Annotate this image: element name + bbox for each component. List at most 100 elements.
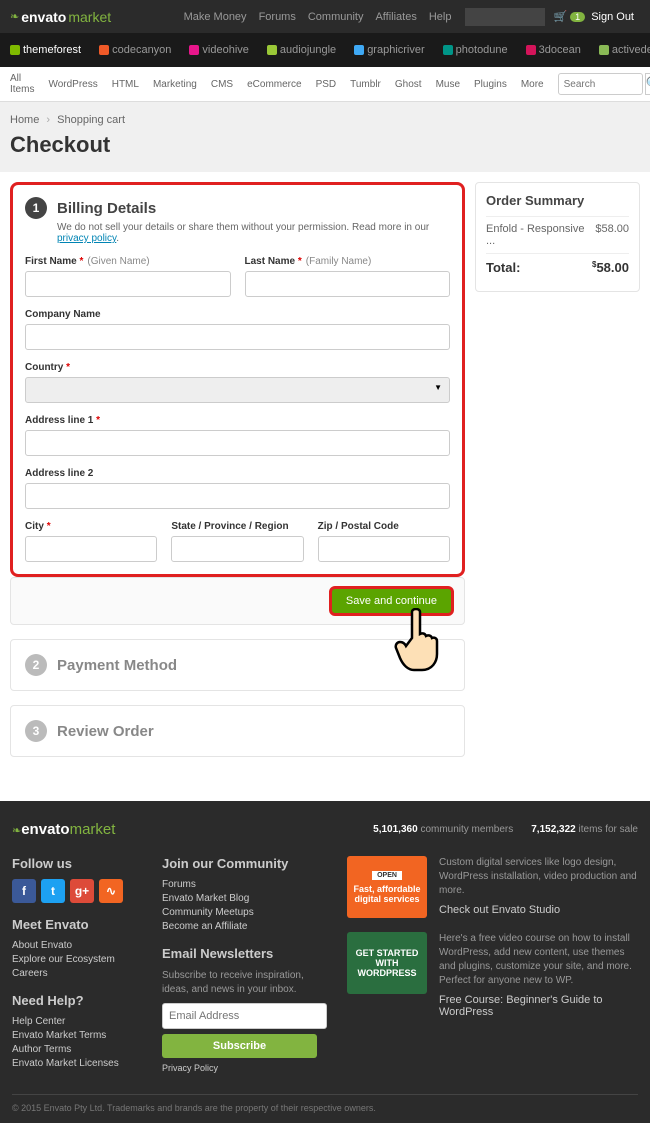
affiliates-link[interactable]: Affiliates <box>375 11 416 23</box>
wordpress-course-link[interactable]: Free Course: Beginner's Guide to WordPre… <box>439 994 603 1018</box>
make-money-link[interactable]: Make Money <box>184 11 247 23</box>
category-search-input[interactable] <box>558 73 643 95</box>
promo1-text: Custom digital services like logo design… <box>439 856 638 898</box>
community-link[interactable]: Community <box>308 11 364 23</box>
privacy-policy-link[interactable]: privacy policy <box>57 233 116 244</box>
address1-input[interactable] <box>25 430 450 456</box>
cat-more[interactable]: More <box>521 79 544 90</box>
footer-privacy-link[interactable]: Privacy Policy <box>162 1063 327 1073</box>
careers-link[interactable]: Careers <box>12 968 142 979</box>
country-select[interactable] <box>25 377 450 403</box>
company-input[interactable] <box>25 324 450 350</box>
search-button[interactable]: 🔍 <box>645 73 650 95</box>
cat-ghost[interactable]: Ghost <box>395 79 422 90</box>
envato-studio-promo-image[interactable]: OPENFast, affordable digital services <box>347 856 427 918</box>
subscribe-button[interactable]: Subscribe <box>162 1034 317 1058</box>
footer: ❧envatomarket 5,101,360 community member… <box>0 801 650 1123</box>
order-summary: Order Summary Enfold - Responsive ... $5… <box>475 182 640 292</box>
cart-icon[interactable]: 🛒1 <box>553 10 585 23</box>
cat-all-items[interactable]: All Items <box>10 73 34 95</box>
cat-ecommerce[interactable]: eCommerce <box>247 79 301 90</box>
company-label: Company Name <box>25 309 450 320</box>
step-2-number: 2 <box>25 654 47 676</box>
nav-photodune[interactable]: photodune <box>443 44 508 56</box>
breadcrumb: Home › Shopping cart <box>0 102 650 126</box>
meetups-link[interactable]: Community Meetups <box>162 907 327 918</box>
need-help-heading: Need Help? <box>12 993 142 1008</box>
cat-html[interactable]: HTML <box>112 79 139 90</box>
cart-count-badge: 1 <box>570 12 585 22</box>
nav-graphicriver[interactable]: graphicriver <box>354 44 424 56</box>
envato-studio-link[interactable]: Check out Envato Studio <box>439 904 560 916</box>
sign-out-link[interactable]: Sign Out <box>591 11 634 23</box>
footer-forums-link[interactable]: Forums <box>162 879 327 890</box>
breadcrumb-cart[interactable]: Shopping cart <box>57 114 125 126</box>
nav-themeforest[interactable]: themeforest <box>10 44 81 56</box>
about-envato-link[interactable]: About Envato <box>12 940 142 951</box>
nav-codecanyon[interactable]: codecanyon <box>99 44 171 56</box>
state-input[interactable] <box>171 536 303 562</box>
city-input[interactable] <box>25 536 157 562</box>
logo-envato: envato <box>21 9 66 25</box>
cat-wordpress[interactable]: WordPress <box>48 79 97 90</box>
cat-muse[interactable]: Muse <box>436 79 460 90</box>
billing-details-panel: 1 Billing Details We do not sell your de… <box>10 182 465 577</box>
googleplus-icon[interactable]: g+ <box>70 879 94 903</box>
review-order-panel: 3 Review Order <box>10 705 465 757</box>
chevron-right-icon: › <box>46 114 50 126</box>
nav-videohive[interactable]: videohive <box>189 44 248 56</box>
first-name-input[interactable] <box>25 271 231 297</box>
summary-title: Order Summary <box>486 193 629 208</box>
wordpress-promo-image[interactable]: GET STARTED WITH WORDPRESS <box>347 932 427 994</box>
newsletters-heading: Email Newsletters <box>162 946 327 961</box>
market-blog-link[interactable]: Envato Market Blog <box>162 893 327 904</box>
forums-link[interactable]: Forums <box>259 11 296 23</box>
address2-input[interactable] <box>25 483 450 509</box>
cat-plugins[interactable]: Plugins <box>474 79 507 90</box>
items-for-sale-stat: 7,152,322 items for sale <box>531 824 638 835</box>
author-terms-link[interactable]: Author Terms <box>12 1044 142 1055</box>
market-terms-link[interactable]: Envato Market Terms <box>12 1030 142 1041</box>
review-order-title: Review Order <box>57 723 154 740</box>
page-title: Checkout <box>0 126 650 172</box>
nav-3docean[interactable]: 3docean <box>526 44 581 56</box>
cat-psd[interactable]: PSD <box>316 79 337 90</box>
cat-cms[interactable]: CMS <box>211 79 233 90</box>
category-bar: All Items WordPress HTML Marketing CMS e… <box>0 67 650 102</box>
marketplace-navbar: themeforest codecanyon videohive audioju… <box>0 33 650 67</box>
breadcrumb-home[interactable]: Home <box>10 114 39 126</box>
facebook-icon[interactable]: f <box>12 879 36 903</box>
last-name-input[interactable] <box>245 271 451 297</box>
save-and-continue-button[interactable]: Save and continue <box>329 586 454 616</box>
cat-tumblr[interactable]: Tumblr <box>350 79 381 90</box>
save-row: Save and continue <box>10 577 465 625</box>
nav-audiojungle[interactable]: audiojungle <box>267 44 336 56</box>
top-search-input[interactable] <box>465 8 545 26</box>
address2-label: Address line 2 <box>25 468 450 479</box>
billing-title: Billing Details <box>57 200 156 217</box>
leaf-icon: ❧ <box>10 10 19 23</box>
topbar: ❧ envato market Make Money Forums Commun… <box>0 0 650 33</box>
cat-marketing[interactable]: Marketing <box>153 79 197 90</box>
ecosystem-link[interactable]: Explore our Ecosystem <box>12 954 142 965</box>
zip-input[interactable] <box>318 536 450 562</box>
summary-total-label: Total: <box>486 260 520 275</box>
licenses-link[interactable]: Envato Market Licenses <box>12 1058 142 1069</box>
help-center-link[interactable]: Help Center <box>12 1016 142 1027</box>
payment-method-title: Payment Method <box>57 657 177 674</box>
summary-item-name: Enfold - Responsive ... <box>486 223 595 247</box>
nav-activeden[interactable]: activeden <box>599 44 650 56</box>
country-label: Country * <box>25 362 450 373</box>
meet-envato-heading: Meet Envato <box>12 917 142 932</box>
payment-method-panel: 2 Payment Method <box>10 639 465 691</box>
envato-logo[interactable]: ❧ envato market <box>10 9 111 25</box>
twitter-icon[interactable]: t <box>41 879 65 903</box>
rss-icon[interactable]: ∿ <box>99 879 123 903</box>
step-1-number: 1 <box>25 197 47 219</box>
city-label: City * <box>25 521 157 532</box>
state-label: State / Province / Region <box>171 521 303 532</box>
footer-logo[interactable]: ❧envatomarket <box>12 821 115 838</box>
email-input[interactable] <box>162 1003 327 1029</box>
help-link[interactable]: Help <box>429 11 452 23</box>
affiliate-link[interactable]: Become an Affiliate <box>162 921 327 932</box>
